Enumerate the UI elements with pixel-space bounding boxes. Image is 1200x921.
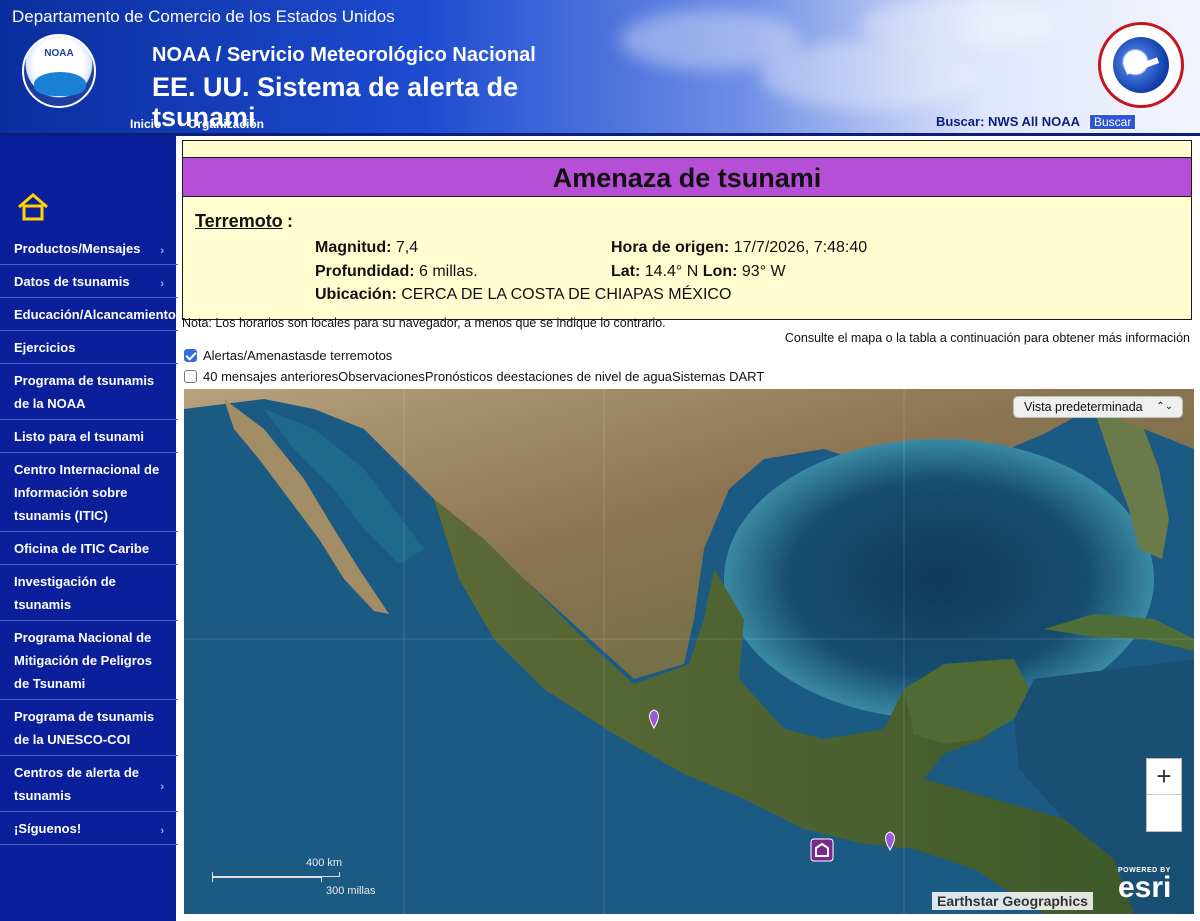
org-title: NOAA / Servicio Meteorológico Nacional	[152, 44, 536, 66]
sidebar-item-label: Centro Internacional de Información sobr…	[14, 462, 160, 523]
origin-time-row: Hora de origen: 17/7/2026, 7:48:40	[611, 239, 867, 257]
threat-title: Amenaza de tsunami	[183, 157, 1191, 197]
sidebar: Productos/Mensajes › Datos de tsunamis › Edu…	[0, 136, 178, 921]
layer-row-2: 40 mensajes anteriores Observaciones Pronó…	[184, 369, 764, 384]
sidebar-item-label: Programa de tsunamis de la NOAA	[14, 373, 155, 411]
sidebar-item[interactable]: Programa de tsunamis de la UNESCO-COI	[0, 700, 178, 756]
observations-layer-label[interactable]: Observaciones	[338, 369, 425, 384]
nav-organization-link[interactable]: Organización	[188, 117, 264, 131]
tsunami-warning-marker[interactable]	[810, 838, 834, 862]
sidebar-item-label: ¡Síguenos!	[14, 821, 82, 836]
dart-systems-label[interactable]: Sistemas DART	[672, 369, 764, 384]
sidebar-item-label: Investigación de tsunamis	[14, 574, 116, 612]
lat-label: Lat:	[611, 263, 641, 280]
sidebar-item[interactable]: Educación/Alcancamiento	[0, 298, 178, 331]
noaa-logo-text: NOAA	[44, 48, 74, 59]
earthquakes-layer-label[interactable]: de terremotos	[312, 348, 392, 363]
map-basemap	[184, 389, 1194, 914]
noaa-bird-icon	[34, 72, 86, 96]
consult-note: Consulte el mapa o la tabla a continuaci…	[784, 331, 1190, 345]
magnitude-row: Magnitud: 7,4	[315, 239, 418, 257]
layer-row-1: Alertas/Amenastas de terremotos	[184, 348, 392, 363]
tsunami-map[interactable]: Vista predeterminada ⌃⌄ + 400 km 300 mil…	[184, 389, 1194, 914]
sidebar-item[interactable]: Centros de alerta de tsunamis ›	[0, 756, 178, 812]
timezone-note: Nota: Los horarios son locales para su n…	[182, 316, 666, 330]
chevron-right-icon: ›	[160, 780, 164, 793]
esri-name: esri	[1118, 871, 1172, 904]
lon-value: 93° W	[741, 263, 786, 280]
view-select[interactable]: Vista predeterminada ⌃⌄	[1013, 396, 1183, 418]
scale-miles: 300 millas	[326, 885, 376, 897]
magnitude-value: 7,4	[395, 239, 419, 256]
origin-time-value: 17/7/2026, 7:48:40	[733, 239, 868, 256]
sidebar-item[interactable]: ¡Síguenos! ›	[0, 812, 178, 845]
alerts-checkbox[interactable]	[184, 349, 197, 362]
chevron-right-icon: ›	[160, 245, 164, 257]
scale-bar-miles	[212, 877, 322, 882]
map-attribution: Earthstar Geographics	[932, 892, 1093, 910]
zoom-in-button[interactable]: +	[1147, 759, 1181, 795]
sidebar-menu: Productos/Mensajes › Datos de tsunamis › Edu…	[0, 232, 178, 845]
search-scope[interactable]: NWS All NOAA	[988, 114, 1080, 129]
scale-km: 400 km	[306, 857, 343, 869]
zoom-control: +	[1146, 758, 1182, 832]
sidebar-item-label: Centros de alerta de tsunamis	[14, 765, 139, 803]
search-label: Buscar: NWS All NOAA	[936, 114, 1080, 129]
sidebar-item[interactable]: Programa Nacional de Mitigación de Pelig…	[0, 621, 178, 700]
sidebar-item-label: Datos de tsunamis	[14, 274, 130, 289]
main-content: Amenaza de tsunami Terremoto : Magnitud:…	[180, 136, 1200, 921]
sidebar-item[interactable]: Centro Internacional de Información sobr…	[0, 453, 178, 532]
previous-messages-checkbox[interactable]	[184, 370, 197, 383]
esri-logo[interactable]: POWERED BY esri	[1118, 867, 1172, 904]
sidebar-item[interactable]: Datos de tsunamis ›	[0, 265, 178, 298]
earthquake-label-colon: :	[287, 211, 293, 231]
lat-value: 14.4° N	[644, 263, 699, 280]
location-label: Ubicación:	[315, 286, 397, 303]
chevron-right-icon: ›	[160, 278, 164, 290]
search-button[interactable]: Buscar	[1089, 114, 1137, 130]
forecasts-layer-label[interactable]: Pronósticos de	[425, 369, 511, 384]
noaa-logo[interactable]: NOAA	[22, 34, 96, 108]
sidebar-item-label: Productos/Mensajes	[14, 241, 141, 256]
water-level-stations-label[interactable]: estaciones de nivel de agua	[511, 369, 672, 384]
sidebar-item[interactable]: Oficina de ITIC Caribe	[0, 532, 178, 565]
department-name: Departamento de Comercio de los Estados …	[12, 7, 395, 26]
previous-messages-label[interactable]: 40 mensajes anteriores	[203, 369, 338, 384]
alerts-layer-label[interactable]: Alertas/Amenastas	[203, 348, 312, 363]
depth-label: Profundidad:	[315, 263, 415, 280]
magnitude-label: Magnitud:	[315, 239, 392, 256]
location-value: CERCA DE LA COSTA DE CHIAPAS MÉXICO	[401, 286, 732, 303]
sidebar-item-label: Programa Nacional de Mitigación de Pelig…	[14, 630, 152, 691]
sidebar-item-label: Ejercicios	[14, 340, 76, 355]
zoom-out-button[interactable]	[1147, 796, 1181, 832]
search-label-text: Buscar:	[936, 114, 985, 129]
nws-logo[interactable]	[1098, 22, 1184, 108]
sidebar-item[interactable]: Investigación de tsunamis	[0, 565, 178, 621]
nav-home-link[interactable]: Inicio	[130, 117, 161, 131]
lon-label: Lon:	[702, 263, 738, 280]
depth-row: Profundidad: 6 millas.	[315, 263, 478, 281]
view-select-value: Vista predeterminada	[1024, 400, 1143, 414]
depth-value: 6 millas.	[419, 263, 478, 280]
sidebar-item[interactable]: Productos/Mensajes ›	[0, 232, 178, 265]
chevron-right-icon: ›	[160, 825, 164, 837]
sidebar-item-label: Educación/Alcancamiento	[14, 307, 176, 322]
threat-panel: Amenaza de tsunami Terremoto : Magnitud:…	[182, 140, 1192, 320]
sidebar-item-label: Listo para el tsunami	[14, 429, 145, 444]
sidebar-item[interactable]: Ejercicios	[0, 331, 178, 364]
coords-row: Lat: 14.4° N Lon: 93° W	[611, 263, 786, 281]
home-icon[interactable]	[16, 192, 50, 222]
site-header: Departamento de Comercio de los Estados …	[0, 0, 1200, 136]
sidebar-item[interactable]: Programa de tsunamis de la NOAA	[0, 364, 178, 420]
origin-time-label: Hora de origen:	[611, 239, 730, 256]
sidebar-item-label: Programa de tsunamis de la UNESCO-COI	[14, 709, 155, 747]
earthquake-label: Terremoto	[195, 211, 283, 231]
location-row: Ubicación: CERCA DE LA COSTA DE CHIAPAS …	[315, 286, 731, 304]
sidebar-item-label: Oficina de ITIC Caribe	[14, 541, 150, 556]
chevron-updown-icon: ⌃⌄	[1156, 401, 1173, 412]
sidebar-item[interactable]: Listo para el tsunami	[0, 420, 178, 453]
